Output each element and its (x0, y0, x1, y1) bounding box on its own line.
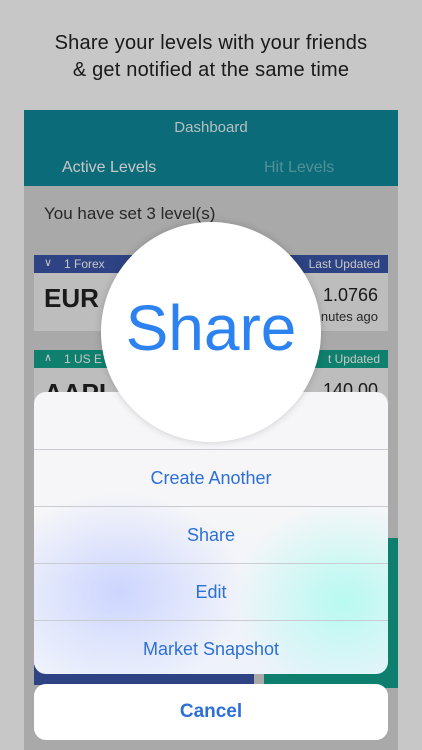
create-another-button[interactable]: Create Another (34, 449, 388, 506)
edit-button[interactable]: Edit (34, 563, 388, 620)
share-button[interactable]: Share (34, 506, 388, 563)
market-snapshot-button[interactable]: Market Snapshot (34, 620, 388, 674)
cancel-button[interactable]: Cancel (34, 684, 388, 740)
action-sheet: Create Another Share Edit Market Snapsho… (34, 392, 388, 674)
action-sheet-top (34, 392, 388, 448)
